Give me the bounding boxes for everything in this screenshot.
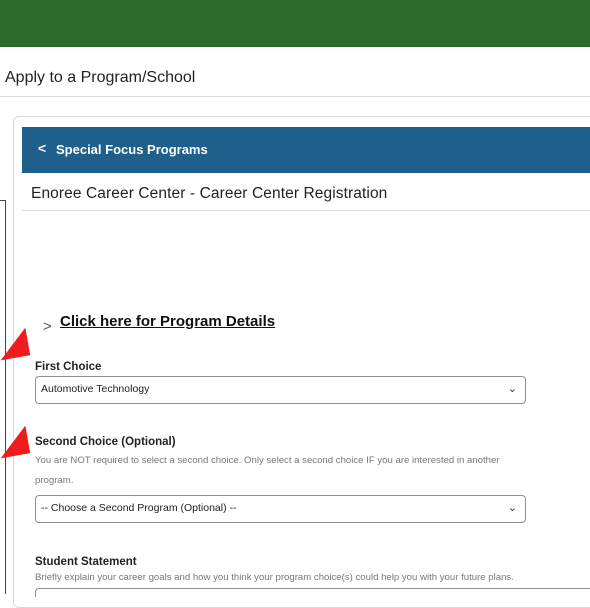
back-label: Special Focus Programs <box>56 142 208 157</box>
chevron-right-icon: > <box>43 318 52 335</box>
chevron-down-icon: ⌄ <box>507 383 517 395</box>
divider <box>22 210 590 211</box>
annotation-arrow <box>0 327 31 361</box>
back-to-programs-button[interactable]: < Special Focus Programs <box>22 127 590 173</box>
second-choice-label: Second Choice (Optional) <box>35 436 176 448</box>
annotation-frame <box>0 200 6 594</box>
top-app-bar <box>0 0 590 47</box>
first-choice-label: First Choice <box>35 361 102 373</box>
statement-help: Briefly explain your career goals and ho… <box>35 572 514 583</box>
first-choice-value: Automotive Technology <box>41 383 150 395</box>
first-choice-select[interactable]: Automotive Technology ⌄ <box>35 376 526 404</box>
card-title: Enoree Career Center - Career Center Reg… <box>31 185 388 202</box>
second-choice-value: -- Choose a Second Program (Optional) -- <box>41 502 237 514</box>
program-details-link[interactable]: Click here for Program Details <box>60 313 275 330</box>
annotation-arrow <box>0 425 31 459</box>
second-choice-help: You are NOT required to select a second … <box>35 455 500 486</box>
divider <box>0 96 590 97</box>
chevron-left-icon: < <box>38 140 47 156</box>
statement-label: Student Statement <box>35 556 137 568</box>
second-choice-select[interactable]: -- Choose a Second Program (Optional) --… <box>35 495 526 523</box>
page-title: Apply to a Program/School <box>5 69 196 86</box>
chevron-down-icon: ⌄ <box>507 502 517 514</box>
